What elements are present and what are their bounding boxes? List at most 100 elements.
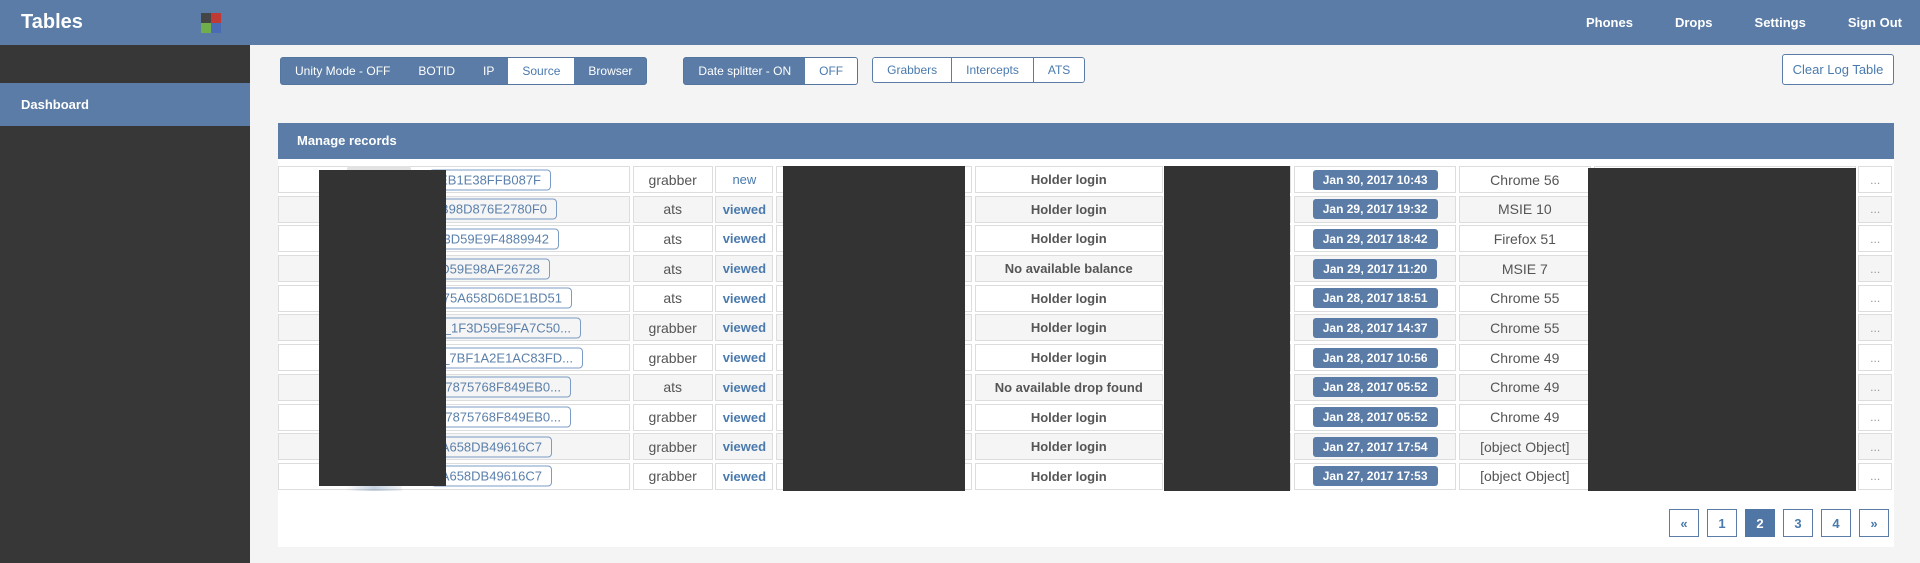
four-color-grid-logo-icon — [201, 13, 221, 33]
more-actions-cell[interactable]: ... — [1858, 196, 1892, 223]
filter-button-grabbers[interactable]: Grabbers — [872, 57, 952, 83]
browser-cell: [object Object] — [1459, 463, 1591, 490]
filter-button-source[interactable]: Source — [508, 58, 574, 84]
date-cell: Jan 27, 2017 17:54 — [1294, 433, 1456, 460]
date-cell: Jan 30, 2017 10:43 — [1294, 166, 1456, 193]
status-link[interactable]: viewed — [723, 291, 766, 306]
filter-button-botid[interactable]: BOTID — [404, 58, 469, 84]
nav-item-drops[interactable]: Drops — [1675, 15, 1713, 30]
browser-cell: Chrome 49 — [1459, 404, 1591, 431]
more-actions-cell[interactable]: ... — [1858, 255, 1892, 282]
date-badge: Jan 27, 2017 17:54 — [1313, 437, 1438, 457]
status-cell: viewed — [715, 374, 773, 401]
sidebar: Dashboard — [0, 45, 250, 563]
message-cell: Holder login — [975, 433, 1163, 460]
redacted-region — [319, 170, 446, 486]
top-navigation: Phones Drops Settings Sign Out — [1586, 0, 1902, 45]
message-cell: Holder login — [975, 463, 1163, 490]
page-button-4[interactable]: 4 — [1821, 509, 1851, 537]
date-cell: Jan 28, 2017 14:37 — [1294, 314, 1456, 341]
date-badge: Jan 27, 2017 17:53 — [1313, 466, 1438, 486]
top-bar: Tables Phones Drops Settings Sign Out — [0, 0, 1920, 45]
status-link[interactable]: viewed — [723, 350, 766, 365]
page-button-prev[interactable]: « — [1669, 509, 1699, 537]
botid-badge[interactable]: B98D876E2780F0 — [430, 199, 557, 220]
status-link[interactable]: viewed — [723, 231, 766, 246]
filter-button-unity-mode-off[interactable]: Unity Mode - OFF — [281, 58, 404, 84]
message-cell: Holder login — [975, 196, 1163, 223]
record-type-cell: grabber — [633, 166, 713, 193]
botid-badge[interactable]: A658DB49616C7 — [431, 466, 552, 487]
status-link[interactable]: viewed — [723, 202, 766, 217]
more-actions-cell[interactable]: ... — [1858, 285, 1892, 312]
status-link[interactable]: viewed — [723, 261, 766, 276]
record-type-cell: ats — [633, 225, 713, 252]
nav-item-sign-out[interactable]: Sign Out — [1848, 15, 1902, 30]
status-cell: viewed — [715, 404, 773, 431]
browser-cell: Firefox 51 — [1459, 225, 1591, 252]
more-actions-cell[interactable]: ... — [1858, 225, 1892, 252]
filter-button-ats[interactable]: ATS — [1033, 57, 1085, 83]
botid-badge[interactable]: D59E98AF26728 — [430, 258, 550, 279]
more-actions-cell[interactable]: ... — [1858, 463, 1892, 490]
browser-cell: MSIE 7 — [1459, 255, 1591, 282]
page-button-next[interactable]: » — [1859, 509, 1889, 537]
filter-button-off[interactable]: OFF — [805, 58, 857, 84]
message-cell: Holder login — [975, 166, 1163, 193]
filter-button-date-splitter-on[interactable]: Date splitter - ON — [684, 58, 805, 84]
app-title: Tables — [21, 0, 83, 45]
record-type-cell: ats — [633, 196, 713, 223]
status-link[interactable]: viewed — [723, 320, 766, 335]
botid-badge[interactable]: _7BF1A2E1AC83FD... — [432, 347, 583, 368]
more-actions-cell[interactable]: ... — [1858, 344, 1892, 371]
more-actions-cell[interactable]: ... — [1858, 166, 1892, 193]
nav-item-settings[interactable]: Settings — [1755, 15, 1806, 30]
more-actions-cell[interactable]: ... — [1858, 314, 1892, 341]
page-button-1[interactable]: 1 — [1707, 509, 1737, 537]
filter-group-record-type: GrabbersInterceptsATS — [872, 57, 1085, 83]
botid-badge[interactable]: 75A658D6DE1BD51 — [433, 288, 572, 309]
botid-badge[interactable]: 7875768F849EB0... — [435, 377, 571, 398]
filter-button-browser[interactable]: Browser — [574, 58, 646, 84]
more-actions-cell[interactable]: ... — [1858, 374, 1892, 401]
date-cell: Jan 28, 2017 05:52 — [1294, 374, 1456, 401]
date-cell: Jan 28, 2017 18:51 — [1294, 285, 1456, 312]
message-cell: Holder login — [975, 285, 1163, 312]
panel-heading: Manage records — [278, 123, 1894, 159]
status-cell: viewed — [715, 433, 773, 460]
sidebar-item-dashboard[interactable]: Dashboard — [0, 83, 250, 126]
browser-cell: Chrome 55 — [1459, 314, 1591, 341]
clear-log-table-button[interactable]: Clear Log Table — [1782, 54, 1894, 85]
redacted-region — [1164, 166, 1290, 491]
date-badge: Jan 29, 2017 18:42 — [1313, 229, 1438, 249]
status-link[interactable]: viewed — [723, 380, 766, 395]
status-cell: viewed — [715, 225, 773, 252]
botid-badge[interactable]: EB1E38FFB087F — [429, 169, 551, 190]
filter-bar: Unity Mode - OFFBOTIDIPSourceBrowser Dat… — [280, 57, 1085, 83]
page-button-3[interactable]: 3 — [1783, 509, 1813, 537]
date-badge: Jan 28, 2017 18:51 — [1313, 288, 1438, 308]
status-link[interactable]: viewed — [723, 439, 766, 454]
botid-badge[interactable]: A658DB49616C7 — [431, 436, 552, 457]
page-button-2[interactable]: 2 — [1745, 509, 1775, 537]
more-actions-cell[interactable]: ... — [1858, 433, 1892, 460]
message-cell: Holder login — [975, 314, 1163, 341]
record-type-cell: grabber — [633, 404, 713, 431]
botid-badge[interactable]: _7875768F849EB0... — [428, 407, 571, 428]
more-actions-cell[interactable]: ... — [1858, 404, 1892, 431]
status-link[interactable]: viewed — [723, 410, 766, 425]
record-type-cell: ats — [633, 255, 713, 282]
filter-group-date-splitter: Date splitter - ONOFF — [683, 57, 858, 85]
nav-item-phones[interactable]: Phones — [1586, 15, 1633, 30]
status-link[interactable]: viewed — [723, 469, 766, 484]
status-cell: viewed — [715, 314, 773, 341]
filter-button-ip[interactable]: IP — [469, 58, 508, 84]
status-cell: viewed — [715, 344, 773, 371]
status-link[interactable]: new — [732, 172, 756, 187]
botid-badge[interactable]: 3D59E9F4889942 — [433, 228, 559, 249]
filter-button-intercepts[interactable]: Intercepts — [951, 57, 1034, 83]
botid-badge[interactable]: _1F3D59E9FA7C50... — [434, 317, 581, 338]
date-badge: Jan 30, 2017 10:43 — [1313, 170, 1438, 190]
date-badge: Jan 28, 2017 05:52 — [1313, 377, 1438, 397]
browser-cell: [object Object] — [1459, 433, 1591, 460]
